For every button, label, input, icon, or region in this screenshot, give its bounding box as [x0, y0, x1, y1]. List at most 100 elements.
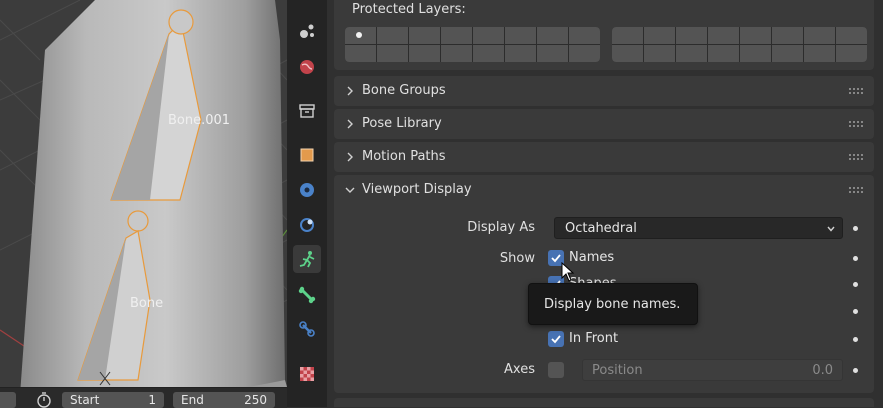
- layer-toggle[interactable]: [644, 45, 675, 62]
- display-as-label: Display As: [467, 220, 535, 235]
- properties-editor: Protected Layers: Bone Groups Pose Libra…: [327, 0, 883, 407]
- layer-active-dot: [356, 32, 362, 38]
- layer-toggle[interactable]: [708, 45, 739, 62]
- start-value: 1: [148, 393, 156, 407]
- in-front-checkbox[interactable]: [548, 331, 564, 347]
- panel-pose-library[interactable]: Pose Library: [334, 109, 874, 139]
- layer-toggle[interactable]: [441, 27, 472, 44]
- display-as-dropdown[interactable]: Octahedral: [554, 217, 843, 239]
- tab-armature-data[interactable]: [293, 245, 321, 273]
- timeline-field-left[interactable]: [0, 392, 16, 408]
- bone-label-001: Bone.001: [168, 113, 231, 128]
- layer-toggle[interactable]: [345, 45, 376, 62]
- keyframe-dot[interactable]: [853, 256, 858, 261]
- drag-grip-icon[interactable]: [848, 87, 864, 95]
- end-value: 250: [244, 393, 267, 407]
- layer-toggle[interactable]: [537, 45, 568, 62]
- axes-position-field[interactable]: Position 0.0: [582, 359, 843, 381]
- keyframe-dot[interactable]: [853, 309, 858, 314]
- layer-toggle[interactable]: [569, 27, 600, 44]
- 3d-viewport[interactable]: Bone.001 Bone: [0, 0, 287, 407]
- timeline-bar: Start 1 End 250: [0, 387, 287, 408]
- layer-toggle[interactable]: [409, 27, 440, 44]
- protected-layers-label: Protected Layers:: [352, 2, 466, 17]
- layer-toggle[interactable]: [836, 27, 867, 44]
- bone-label: Bone: [130, 296, 164, 311]
- panel-inverse-kinematics[interactable]: [334, 398, 874, 407]
- layer-toggle[interactable]: [708, 27, 739, 44]
- axes-label: Axes: [504, 362, 535, 377]
- keyframe-dot[interactable]: [853, 226, 858, 231]
- keyframe-dot[interactable]: [853, 337, 858, 342]
- layer-toggle[interactable]: [612, 27, 643, 44]
- names-label: Names: [569, 250, 615, 265]
- layer-toggle[interactable]: [740, 27, 771, 44]
- tab-bone[interactable]: [293, 281, 321, 309]
- protected-layers-grid-right[interactable]: [612, 27, 867, 62]
- object-icon: [300, 148, 314, 162]
- collection-icon: [299, 104, 315, 118]
- display-as-value: Octahedral: [565, 221, 637, 236]
- panel-title: Pose Library: [362, 116, 442, 131]
- end-frame-field[interactable]: End 250: [173, 392, 275, 408]
- tooltip: Display bone names.: [528, 283, 698, 325]
- world-icon: [300, 60, 314, 74]
- panel-title: Bone Groups: [362, 83, 446, 98]
- show-label: Show: [499, 251, 535, 266]
- armature-data-icon: [299, 251, 315, 268]
- protected-layers-grid-left[interactable]: [345, 27, 600, 62]
- panel-title[interactable]: Viewport Display: [362, 182, 472, 197]
- particles-icon: [300, 24, 314, 38]
- layer-toggle[interactable]: [772, 45, 803, 62]
- viewport-scene: [0, 0, 287, 405]
- tab-physics[interactable]: [293, 211, 321, 239]
- layer-toggle[interactable]: [804, 27, 835, 44]
- tab-object[interactable]: [293, 141, 321, 169]
- panel-bone-groups[interactable]: Bone Groups: [334, 76, 874, 106]
- layer-toggle[interactable]: [676, 45, 707, 62]
- layer-toggle[interactable]: [740, 45, 771, 62]
- layer-toggle[interactable]: [441, 45, 472, 62]
- layer-toggle[interactable]: [612, 45, 643, 62]
- tooltip-text: Display bone names.: [544, 297, 681, 312]
- layer-toggle[interactable]: [836, 45, 867, 62]
- keyframe-dot[interactable]: [853, 368, 858, 373]
- layer-toggle[interactable]: [473, 27, 504, 44]
- layer-toggle[interactable]: [772, 27, 803, 44]
- layer-toggle[interactable]: [569, 45, 600, 62]
- panel-motion-paths[interactable]: Motion Paths: [334, 142, 874, 172]
- layer-toggle[interactable]: [377, 45, 408, 62]
- drag-grip-icon[interactable]: [848, 120, 864, 128]
- tab-collection[interactable]: [293, 97, 321, 125]
- drag-grip-icon[interactable]: [848, 186, 864, 194]
- layer-toggle[interactable]: [537, 27, 568, 44]
- chevron-down-icon[interactable]: [344, 184, 356, 196]
- layer-toggle[interactable]: [505, 45, 536, 62]
- tab-world[interactable]: [293, 53, 321, 81]
- chevron-right-icon: [347, 152, 353, 162]
- tab-particles[interactable]: [293, 17, 321, 45]
- tab-texture[interactable]: [293, 360, 321, 388]
- start-frame-field[interactable]: Start 1: [62, 392, 164, 408]
- in-front-label: In Front: [569, 331, 619, 346]
- layer-toggle[interactable]: [473, 45, 504, 62]
- stopwatch-icon[interactable]: [34, 391, 54, 408]
- layer-toggle[interactable]: [409, 45, 440, 62]
- layer-toggle[interactable]: [505, 27, 536, 44]
- tab-modifiers[interactable]: [293, 176, 321, 204]
- bone-icon: [298, 286, 316, 304]
- modifiers-icon: [300, 183, 314, 197]
- axes-position-label: Position: [592, 363, 643, 378]
- drag-grip-icon[interactable]: [848, 153, 864, 161]
- layer-toggle[interactable]: [644, 27, 675, 44]
- tab-bone-constraints[interactable]: [293, 315, 321, 343]
- texture-icon: [300, 367, 314, 381]
- keyframe-dot[interactable]: [853, 282, 858, 287]
- layer-toggle[interactable]: [377, 27, 408, 44]
- layer-toggle[interactable]: [345, 27, 376, 44]
- layer-toggle[interactable]: [804, 45, 835, 62]
- axes-checkbox[interactable]: [548, 362, 564, 378]
- bone-constraints-icon: [299, 321, 315, 337]
- start-label: Start: [70, 393, 100, 407]
- layer-toggle[interactable]: [676, 27, 707, 44]
